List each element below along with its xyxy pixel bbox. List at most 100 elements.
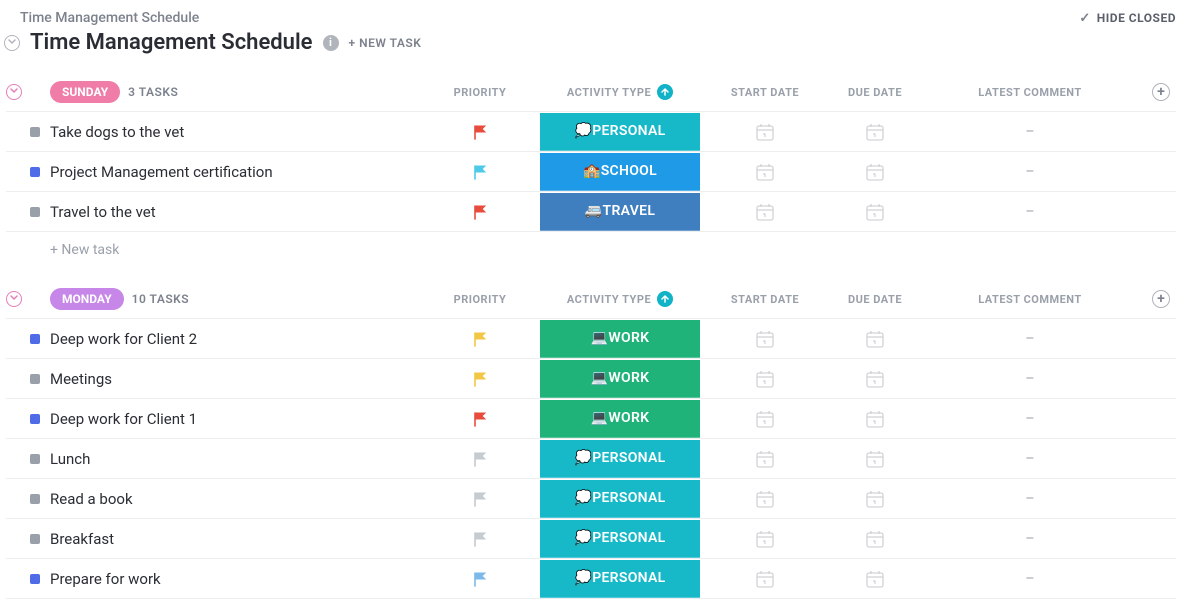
due-date-cell[interactable] bbox=[820, 203, 930, 221]
column-activity-type[interactable]: ACTIVITY TYPE bbox=[530, 84, 710, 100]
column-due-date[interactable]: DUE DATE bbox=[820, 86, 930, 99]
status-dot[interactable] bbox=[30, 454, 40, 464]
priority-cell[interactable] bbox=[430, 164, 530, 180]
task-name[interactable]: Prepare for work bbox=[50, 570, 430, 588]
start-date-cell[interactable] bbox=[710, 490, 820, 508]
column-priority[interactable]: PRIORITY bbox=[430, 86, 530, 99]
status-dot[interactable] bbox=[30, 494, 40, 504]
task-row[interactable]: Travel to the vet 🚐TRAVEL – bbox=[6, 192, 1176, 232]
activity-type-pill[interactable]: 💻WORK bbox=[540, 320, 700, 358]
group-collapse-toggle[interactable] bbox=[6, 291, 22, 307]
task-row[interactable]: Deep work for Client 2 💻WORK – bbox=[6, 319, 1176, 359]
priority-cell[interactable] bbox=[430, 571, 530, 587]
column-activity-type[interactable]: ACTIVITY TYPE bbox=[530, 291, 710, 307]
start-date-cell[interactable] bbox=[710, 370, 820, 388]
add-column-button[interactable]: + bbox=[1152, 290, 1170, 308]
group-day-pill[interactable]: SUNDAY bbox=[50, 81, 120, 103]
priority-cell[interactable] bbox=[430, 204, 530, 220]
latest-comment-cell[interactable]: – bbox=[930, 571, 1130, 587]
task-row[interactable]: Take dogs to the vet 💭PERSONAL – bbox=[6, 112, 1176, 152]
task-name[interactable]: Deep work for Client 1 bbox=[50, 410, 430, 428]
task-name[interactable]: Travel to the vet bbox=[50, 203, 430, 221]
priority-cell[interactable] bbox=[430, 331, 530, 347]
start-date-cell[interactable] bbox=[710, 123, 820, 141]
breadcrumb[interactable]: Time Management Schedule bbox=[18, 10, 199, 26]
latest-comment-cell[interactable]: – bbox=[930, 411, 1130, 427]
sort-indicator-icon[interactable] bbox=[657, 291, 673, 307]
due-date-cell[interactable] bbox=[820, 330, 930, 348]
task-name[interactable]: Deep work for Client 2 bbox=[50, 330, 430, 348]
status-dot[interactable] bbox=[30, 374, 40, 384]
priority-cell[interactable] bbox=[430, 371, 530, 387]
latest-comment-cell[interactable]: – bbox=[930, 451, 1130, 467]
task-row[interactable]: Prepare for work 💭PERSONAL – bbox=[6, 559, 1176, 599]
group-collapse-toggle[interactable] bbox=[6, 84, 22, 100]
activity-type-pill[interactable]: 🏫SCHOOL bbox=[540, 153, 700, 191]
start-date-cell[interactable] bbox=[710, 163, 820, 181]
activity-type-pill[interactable]: 💭PERSONAL bbox=[540, 113, 700, 151]
status-dot[interactable] bbox=[30, 207, 40, 217]
status-dot[interactable] bbox=[30, 334, 40, 344]
status-dot[interactable] bbox=[30, 574, 40, 584]
due-date-cell[interactable] bbox=[820, 370, 930, 388]
task-name[interactable]: Take dogs to the vet bbox=[50, 123, 430, 141]
new-task-button-top[interactable]: + NEW TASK bbox=[349, 36, 422, 50]
latest-comment-cell[interactable]: – bbox=[930, 331, 1130, 347]
status-dot[interactable] bbox=[30, 414, 40, 424]
task-name[interactable]: Read a book bbox=[50, 490, 430, 508]
due-date-cell[interactable] bbox=[820, 450, 930, 468]
activity-type-pill[interactable]: 💭PERSONAL bbox=[540, 560, 700, 598]
column-latest-comment[interactable]: LATEST COMMENT bbox=[930, 293, 1130, 306]
column-start-date[interactable]: START DATE bbox=[710, 293, 820, 306]
due-date-cell[interactable] bbox=[820, 410, 930, 428]
activity-type-pill[interactable]: 💭PERSONAL bbox=[540, 440, 700, 478]
latest-comment-cell[interactable]: – bbox=[930, 371, 1130, 387]
due-date-cell[interactable] bbox=[820, 123, 930, 141]
priority-cell[interactable] bbox=[430, 531, 530, 547]
status-dot[interactable] bbox=[30, 127, 40, 137]
info-icon[interactable]: i bbox=[323, 35, 339, 51]
activity-type-pill[interactable]: 💻WORK bbox=[540, 400, 700, 438]
activity-type-pill[interactable]: 💭PERSONAL bbox=[540, 520, 700, 558]
column-start-date[interactable]: START DATE bbox=[710, 86, 820, 99]
sort-indicator-icon[interactable] bbox=[657, 84, 673, 100]
collapse-all-toggle[interactable] bbox=[4, 35, 20, 51]
task-row[interactable]: Project Management certification 🏫SCHOOL… bbox=[6, 152, 1176, 192]
latest-comment-cell[interactable]: – bbox=[930, 204, 1130, 220]
status-dot[interactable] bbox=[30, 534, 40, 544]
task-row[interactable]: Breakfast 💭PERSONAL – bbox=[6, 519, 1176, 559]
hide-closed-toggle[interactable]: ✓ HIDE CLOSED bbox=[1079, 11, 1176, 26]
task-row[interactable]: Meetings 💻WORK – bbox=[6, 359, 1176, 399]
priority-cell[interactable] bbox=[430, 411, 530, 427]
task-name[interactable]: Lunch bbox=[50, 450, 430, 468]
task-name[interactable]: Project Management certification bbox=[50, 163, 430, 181]
column-due-date[interactable]: DUE DATE bbox=[820, 293, 930, 306]
activity-type-pill[interactable]: 💻WORK bbox=[540, 360, 700, 398]
due-date-cell[interactable] bbox=[820, 530, 930, 548]
column-priority[interactable]: PRIORITY bbox=[430, 293, 530, 306]
task-row[interactable]: Deep work for Client 1 💻WORK – bbox=[6, 399, 1176, 439]
latest-comment-cell[interactable]: – bbox=[930, 491, 1130, 507]
start-date-cell[interactable] bbox=[710, 530, 820, 548]
new-task-row[interactable]: + New task bbox=[6, 232, 1176, 268]
task-row[interactable]: Read a book 💭PERSONAL – bbox=[6, 479, 1176, 519]
task-name[interactable]: Breakfast bbox=[50, 530, 430, 548]
start-date-cell[interactable] bbox=[710, 450, 820, 468]
status-dot[interactable] bbox=[30, 167, 40, 177]
due-date-cell[interactable] bbox=[820, 570, 930, 588]
start-date-cell[interactable] bbox=[710, 570, 820, 588]
start-date-cell[interactable] bbox=[710, 203, 820, 221]
task-name[interactable]: Meetings bbox=[50, 370, 430, 388]
due-date-cell[interactable] bbox=[820, 163, 930, 181]
activity-type-pill[interactable]: 💭PERSONAL bbox=[540, 480, 700, 518]
start-date-cell[interactable] bbox=[710, 410, 820, 428]
start-date-cell[interactable] bbox=[710, 330, 820, 348]
due-date-cell[interactable] bbox=[820, 490, 930, 508]
latest-comment-cell[interactable]: – bbox=[930, 531, 1130, 547]
task-row[interactable]: Lunch 💭PERSONAL – bbox=[6, 439, 1176, 479]
latest-comment-cell[interactable]: – bbox=[930, 124, 1130, 140]
column-latest-comment[interactable]: LATEST COMMENT bbox=[930, 86, 1130, 99]
activity-type-pill[interactable]: 🚐TRAVEL bbox=[540, 193, 700, 231]
group-day-pill[interactable]: MONDAY bbox=[50, 288, 124, 310]
priority-cell[interactable] bbox=[430, 451, 530, 467]
